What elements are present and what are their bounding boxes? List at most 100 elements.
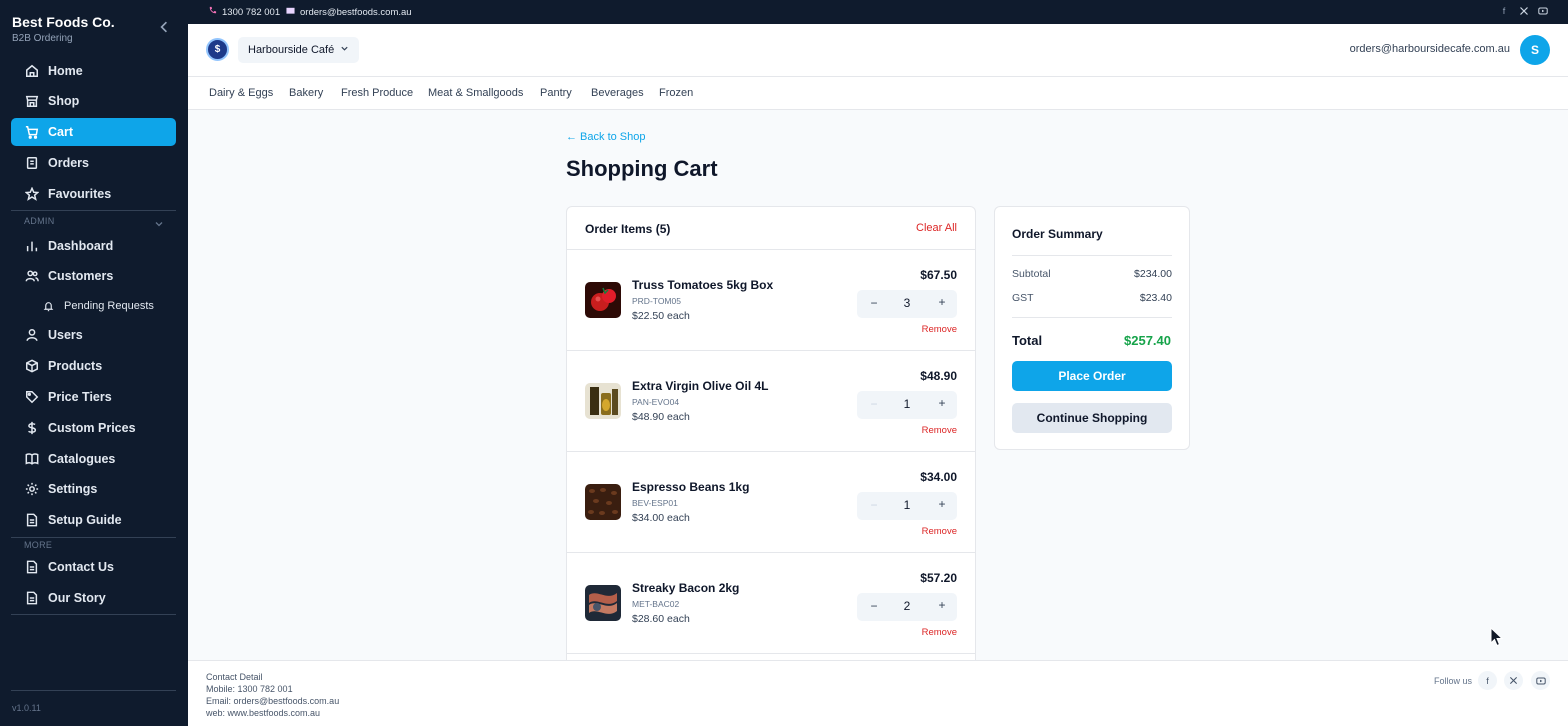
order-items-title: Order Items (5): [585, 222, 671, 236]
remove-item-button[interactable]: Remove: [922, 526, 957, 537]
sidebar-item-setup-guide[interactable]: Setup Guide: [11, 506, 176, 534]
cart-item: Espresso Beans 1kg BEV-ESP01 $34.00 each…: [567, 452, 975, 553]
store-icon: [24, 93, 40, 109]
sidebar-item-label: Customers: [48, 269, 114, 283]
sidebar-item-pending-requests[interactable]: Pending Requests: [36, 292, 176, 320]
topbar-email-text: orders@bestfoods.com.au: [300, 6, 412, 18]
back-to-shop-link[interactable]: ← Back to Shop: [566, 131, 646, 143]
footer-heading: Contact Detail: [206, 672, 263, 682]
sidebar-item-users[interactable]: Users: [11, 321, 176, 349]
quantity-value[interactable]: 3: [895, 296, 919, 310]
sidebar-item-our-story[interactable]: Our Story: [11, 584, 176, 612]
remove-item-button[interactable]: Remove: [922, 627, 957, 638]
sidebar-item-price-tiers[interactable]: Price Tiers: [11, 383, 176, 411]
order-summary-card: Order Summary Subtotal $234.00 GST $23.4…: [994, 206, 1190, 450]
total-label: Total: [1012, 333, 1043, 348]
category-frozen[interactable]: Frozen: [659, 87, 693, 99]
item-total: $34.00: [920, 470, 957, 484]
increase-quantity-button[interactable]: +: [935, 396, 949, 410]
sidebar-item-catalogues[interactable]: Catalogues: [11, 445, 176, 473]
quantity-value[interactable]: 1: [895, 498, 919, 512]
sidebar-item-customers[interactable]: Customers: [11, 262, 176, 290]
item-unit-price: $48.90 each: [632, 411, 690, 423]
sidebar-item-dashboard[interactable]: Dashboard: [11, 232, 176, 260]
continue-shopping-button[interactable]: Continue Shopping: [1012, 403, 1172, 433]
sidebar-item-shop[interactable]: Shop: [11, 87, 176, 115]
phone-icon: [208, 6, 217, 18]
sidebar-item-label: Cart: [48, 125, 74, 139]
increase-quantity-button[interactable]: +: [935, 295, 949, 309]
sidebar-item-label: Dashboard: [48, 239, 114, 253]
divider: [1012, 317, 1172, 318]
sidebar-item-label: Pending Requests: [64, 300, 154, 312]
sidebar-item-label: Setup Guide: [48, 513, 122, 527]
youtube-icon[interactable]: [1531, 671, 1550, 690]
gst-row: GST $23.40: [1012, 292, 1172, 304]
section-label-admin: ADMIN: [24, 216, 55, 226]
decrease-quantity-button[interactable]: −: [867, 498, 881, 512]
decrease-quantity-button[interactable]: −: [867, 599, 881, 613]
category-fresh-produce[interactable]: Fresh Produce: [341, 87, 413, 99]
document-icon: [24, 512, 40, 528]
item-name: Streaky Bacon 2kg: [632, 581, 740, 595]
category-bakery[interactable]: Bakery: [289, 87, 323, 99]
x-icon[interactable]: [1504, 671, 1523, 690]
item-sku: PAN-EVO04: [632, 397, 680, 407]
quantity-value[interactable]: 1: [895, 397, 919, 411]
collapse-sidebar-icon[interactable]: [158, 20, 172, 34]
sidebar-item-label: Orders: [48, 156, 89, 170]
divider: [11, 537, 176, 538]
facebook-icon[interactable]: f: [1498, 5, 1510, 17]
bar-chart-icon: [24, 238, 40, 254]
user-icon: [24, 327, 40, 343]
chevron-down-icon[interactable]: [154, 216, 164, 227]
sidebar-item-label: Shop: [48, 94, 80, 108]
decrease-quantity-button[interactable]: −: [867, 397, 881, 411]
product-image: [585, 383, 621, 419]
quantity-stepper: − 2 +: [857, 593, 957, 621]
increase-quantity-button[interactable]: +: [935, 598, 949, 612]
topbar-phone[interactable]: 1300 782 001: [208, 6, 280, 18]
item-unit-price: $28.60 each: [632, 613, 690, 625]
clear-all-button[interactable]: Clear All: [916, 222, 957, 234]
quantity-value[interactable]: 2: [895, 599, 919, 613]
decrease-quantity-button[interactable]: −: [867, 296, 881, 310]
header: $ Harbourside Café orders@harboursidecaf…: [188, 24, 1568, 77]
sidebar-item-home[interactable]: Home: [11, 57, 176, 85]
sidebar-item-orders[interactable]: Orders: [11, 149, 176, 177]
sidebar-item-products[interactable]: Products: [11, 352, 176, 380]
sidebar: Best Foods Co. B2B Ordering Home Shop Ca…: [0, 0, 188, 726]
item-sku: BEV-ESP01: [632, 498, 678, 508]
sidebar-item-cart[interactable]: Cart: [11, 118, 176, 146]
footer-email: Email: orders@bestfoods.com.au: [206, 696, 340, 706]
section-label-more: MORE: [24, 540, 53, 550]
youtube-icon[interactable]: [1537, 5, 1549, 17]
remove-item-button[interactable]: Remove: [922, 425, 957, 436]
sidebar-item-settings[interactable]: Settings: [11, 475, 176, 503]
total-value: $257.40: [1124, 333, 1171, 348]
cart-item: Extra Virgin Olive Oil 4L PAN-EVO04 $48.…: [567, 351, 975, 452]
remove-item-button[interactable]: Remove: [922, 324, 957, 335]
sidebar-item-label: Home: [48, 64, 83, 78]
avatar[interactable]: S: [1520, 35, 1550, 65]
footer-mobile: Mobile: 1300 782 001: [206, 684, 293, 694]
sidebar-item-label: Settings: [48, 482, 98, 496]
sidebar-item-favourites[interactable]: Favourites: [11, 180, 176, 208]
chevron-down-icon: [340, 44, 349, 56]
increase-quantity-button[interactable]: +: [935, 497, 949, 511]
user-email: orders@harboursidecafe.com.au: [1349, 43, 1510, 55]
gst-label: GST: [1012, 292, 1034, 304]
category-pantry[interactable]: Pantry: [540, 87, 572, 99]
category-meat-smallgoods[interactable]: Meat & Smallgoods: [428, 87, 523, 99]
category-dairy-eggs[interactable]: Dairy & Eggs: [209, 87, 273, 99]
category-beverages[interactable]: Beverages: [591, 87, 644, 99]
subtotal-label: Subtotal: [1012, 268, 1051, 280]
sidebar-item-label: Our Story: [48, 591, 106, 605]
sidebar-item-contact-us[interactable]: Contact Us: [11, 553, 176, 581]
x-icon[interactable]: [1518, 5, 1530, 17]
topbar-email[interactable]: orders@bestfoods.com.au: [286, 6, 412, 18]
sidebar-item-custom-prices[interactable]: Custom Prices: [11, 414, 176, 442]
place-order-button[interactable]: Place Order: [1012, 361, 1172, 391]
store-selector[interactable]: Harbourside Café: [238, 37, 360, 63]
facebook-icon[interactable]: f: [1478, 671, 1497, 690]
